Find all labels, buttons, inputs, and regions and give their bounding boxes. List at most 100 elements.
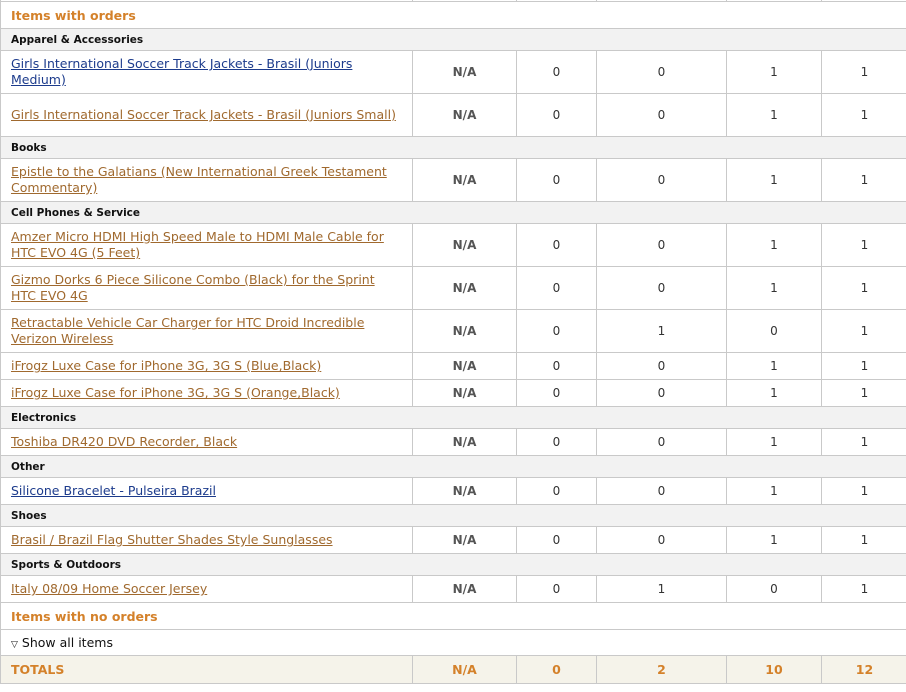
- table-row: Amzer Micro HDMI High Speed Male to HDMI…: [0, 223, 906, 267]
- item-link[interactable]: Brasil / Brazil Flag Shutter Shades Styl…: [11, 532, 333, 547]
- item-link[interactable]: Epistle to the Galatians (New Internatio…: [11, 164, 387, 195]
- totals-row: TOTALS N/A 0 2 10 12: [0, 655, 906, 684]
- value-cell: 1: [726, 93, 822, 137]
- item-link[interactable]: Retractable Vehicle Car Charger for HTC …: [11, 315, 364, 346]
- item-link[interactable]: Silicone Bracelet - Pulseira Brazil: [11, 483, 216, 498]
- item-link[interactable]: iFrogz Luxe Case for iPhone 3G, 3G S (Bl…: [11, 358, 321, 373]
- value-cell: N/A: [412, 526, 517, 554]
- value-cell: 0: [516, 93, 597, 137]
- item-name-cell: Italy 08/09 Home Soccer Jersey: [0, 575, 413, 603]
- totals-label: TOTALS: [0, 655, 413, 684]
- value-cell: 0: [516, 352, 597, 380]
- value-cell: 1: [821, 309, 906, 353]
- item-name-cell: Retractable Vehicle Car Charger for HTC …: [0, 309, 413, 353]
- value-cell: 0: [516, 477, 597, 505]
- total-value-cell: 2: [596, 655, 727, 684]
- value-cell: 0: [516, 266, 597, 310]
- value-cell: 0: [596, 379, 727, 407]
- value-cell: 1: [821, 428, 906, 456]
- category-row: Apparel & Accessories: [0, 28, 906, 51]
- table-row: Girls International Soccer Track Jackets…: [0, 93, 906, 137]
- value-cell: 1: [821, 379, 906, 407]
- show-all-label: Show all items: [21, 635, 113, 650]
- value-cell: 1: [726, 526, 822, 554]
- value-cell: 0: [596, 526, 727, 554]
- value-cell: 1: [821, 477, 906, 505]
- value-cell: N/A: [412, 93, 517, 137]
- value-cell: 1: [596, 309, 727, 353]
- value-cell: 0: [516, 158, 597, 202]
- value-cell: N/A: [412, 379, 517, 407]
- value-cell: N/A: [412, 50, 517, 94]
- value-cell: 0: [596, 428, 727, 456]
- item-name-cell: Girls International Soccer Track Jackets…: [0, 50, 413, 94]
- category-row: Sports & Outdoors: [0, 553, 906, 576]
- value-cell: 0: [726, 309, 822, 353]
- category-row: Shoes: [0, 504, 906, 527]
- item-name-cell: iFrogz Luxe Case for iPhone 3G, 3G S (Or…: [0, 379, 413, 407]
- value-cell: N/A: [412, 158, 517, 202]
- value-cell: 0: [596, 158, 727, 202]
- value-cell: N/A: [412, 352, 517, 380]
- item-link[interactable]: Gizmo Dorks 6 Piece Silicone Combo (Blac…: [11, 272, 375, 303]
- total-value-cell: 0: [516, 655, 597, 684]
- item-link[interactable]: Amzer Micro HDMI High Speed Male to HDMI…: [11, 229, 384, 260]
- value-cell: N/A: [412, 575, 517, 603]
- item-link[interactable]: Italy 08/09 Home Soccer Jersey: [11, 581, 207, 596]
- item-link[interactable]: Girls International Soccer Track Jackets…: [11, 56, 352, 87]
- value-cell: 0: [516, 575, 597, 603]
- value-cell: 0: [596, 223, 727, 267]
- value-cell: 1: [726, 428, 822, 456]
- category-row: Other: [0, 455, 906, 478]
- item-link[interactable]: iFrogz Luxe Case for iPhone 3G, 3G S (Or…: [11, 385, 340, 400]
- value-cell: 1: [821, 266, 906, 310]
- value-cell: 1: [726, 352, 822, 380]
- category-label: Other: [0, 455, 906, 478]
- item-name-cell: Silicone Bracelet - Pulseira Brazil: [0, 477, 413, 505]
- table-row: Italy 08/09 Home Soccer Jersey N/A 0 1 0 1: [0, 575, 906, 603]
- category-label: Books: [0, 136, 906, 159]
- value-cell: 0: [596, 93, 727, 137]
- category-label: Sports & Outdoors: [0, 553, 906, 576]
- value-cell: N/A: [412, 477, 517, 505]
- value-cell: 1: [821, 575, 906, 603]
- table-row: Retractable Vehicle Car Charger for HTC …: [0, 309, 906, 353]
- value-cell: 1: [726, 266, 822, 310]
- value-cell: N/A: [412, 428, 517, 456]
- section-items-with-no-orders: Items with no orders: [0, 602, 906, 630]
- item-name-cell: Gizmo Dorks 6 Piece Silicone Combo (Blac…: [0, 266, 413, 310]
- value-cell: 0: [596, 477, 727, 505]
- item-name-cell: Amzer Micro HDMI High Speed Male to HDMI…: [0, 223, 413, 267]
- value-cell: 1: [821, 50, 906, 94]
- value-cell: 1: [726, 50, 822, 94]
- value-cell: 0: [516, 223, 597, 267]
- orders-report-table: Items with orders Apparel & Accessories G…: [0, 0, 906, 684]
- category-label: Electronics: [0, 406, 906, 429]
- item-link[interactable]: Toshiba DR420 DVD Recorder, Black: [11, 434, 237, 449]
- value-cell: 0: [726, 575, 822, 603]
- section-items-with-orders: Items with orders: [0, 1, 906, 29]
- category-label: Shoes: [0, 504, 906, 527]
- total-value-cell: N/A: [412, 655, 517, 684]
- value-cell: 1: [726, 223, 822, 267]
- value-cell: 1: [726, 477, 822, 505]
- value-cell: N/A: [412, 223, 517, 267]
- value-cell: 0: [596, 50, 727, 94]
- total-value-cell: 10: [726, 655, 822, 684]
- category-label: Cell Phones & Service: [0, 201, 906, 224]
- item-link[interactable]: Girls International Soccer Track Jackets…: [11, 107, 396, 122]
- category-row: Books: [0, 136, 906, 159]
- show-all-row: ▽ Show all items: [0, 629, 906, 656]
- value-cell: 0: [516, 428, 597, 456]
- value-cell: 0: [596, 352, 727, 380]
- value-cell: 0: [516, 526, 597, 554]
- value-cell: 1: [726, 158, 822, 202]
- value-cell: 0: [596, 266, 727, 310]
- table-row: Gizmo Dorks 6 Piece Silicone Combo (Blac…: [0, 266, 906, 310]
- table-row: Epistle to the Galatians (New Internatio…: [0, 158, 906, 202]
- table-row: Brasil / Brazil Flag Shutter Shades Styl…: [0, 526, 906, 554]
- show-all-items-toggle[interactable]: ▽ Show all items: [11, 635, 113, 650]
- value-cell: 0: [516, 379, 597, 407]
- table-row: Toshiba DR420 DVD Recorder, Black N/A 0 0 1 1: [0, 428, 906, 456]
- value-cell: 1: [726, 379, 822, 407]
